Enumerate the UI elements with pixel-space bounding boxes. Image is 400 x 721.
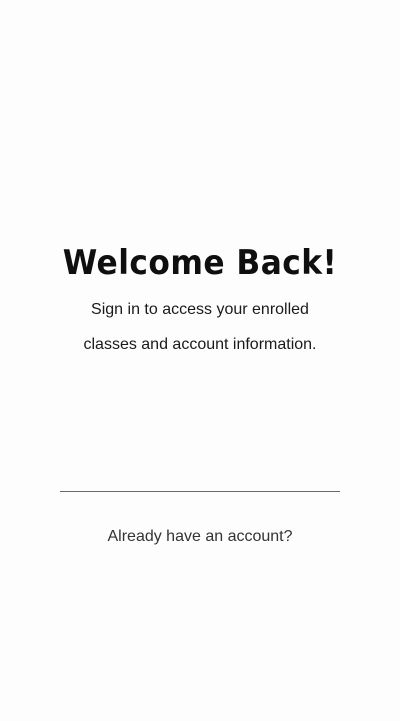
sign-in-screen: Welcome Back! Sign in to access your enr… — [0, 0, 400, 721]
subtitle-line-2: classes and account information. — [83, 336, 317, 353]
divider — [60, 491, 340, 492]
page-title: Welcome Back! — [62, 243, 338, 283]
subtitle-line-1: Sign in to access your enrolled — [91, 301, 309, 318]
existing-account-link[interactable]: Already have an account? — [0, 528, 400, 546]
